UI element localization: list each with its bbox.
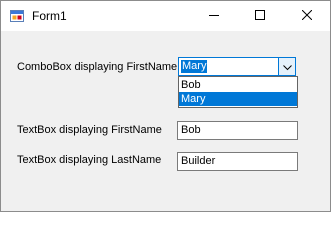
- form1-window: Form1 ComboBox displaying FirstName Mary: [0, 0, 331, 212]
- combo-label: ComboBox displaying FirstName: [17, 61, 178, 73]
- combobox-selected-text: Mary: [181, 60, 208, 73]
- firstname-textbox[interactable]: Bob: [177, 121, 298, 140]
- form-client-area: ComboBox displaying FirstName Mary Bob M…: [1, 31, 330, 211]
- lastname-textbox[interactable]: Builder: [177, 152, 298, 171]
- winforms-app-icon[interactable]: [10, 9, 24, 23]
- dropdown-option-bob[interactable]: Bob: [179, 78, 297, 92]
- lastname-label: TextBox displaying LastName: [17, 154, 162, 166]
- maximize-button[interactable]: [237, 1, 283, 31]
- dropdown-option-mary[interactable]: Mary: [179, 92, 297, 106]
- maximize-icon: [255, 7, 265, 25]
- window-title: Form1: [32, 9, 67, 23]
- combobox-dropdown-button[interactable]: [278, 58, 295, 75]
- firstname-combobox[interactable]: Mary: [178, 57, 296, 76]
- minimize-icon: [209, 7, 219, 25]
- firstname-label: TextBox displaying FirstName: [17, 124, 162, 136]
- close-icon: [301, 7, 313, 25]
- minimize-button[interactable]: [191, 1, 237, 31]
- title-bar[interactable]: Form1: [1, 1, 330, 31]
- close-button[interactable]: [284, 1, 330, 31]
- chevron-down-icon: [282, 58, 292, 76]
- combobox-dropdown-list[interactable]: Bob Mary: [178, 76, 298, 108]
